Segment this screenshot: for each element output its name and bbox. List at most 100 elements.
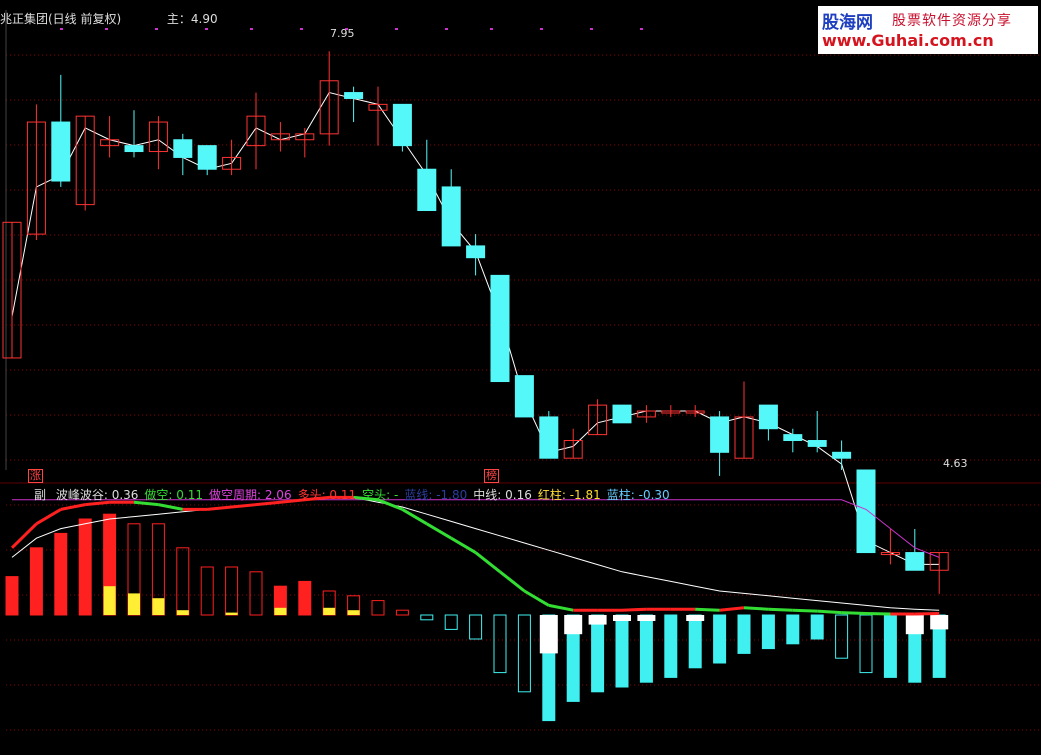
indicator-bar bbox=[371, 600, 385, 616]
trend-line bbox=[401, 508, 428, 526]
sub-panel-header: 副 波峰波谷: 0.36 做空: 0.11 做空周期: 2.06 多头: 0.11 空头… bbox=[34, 486, 676, 503]
indicator-bar bbox=[420, 614, 434, 621]
top-tick bbox=[590, 28, 593, 30]
candle bbox=[783, 434, 803, 442]
main-panel-header: 兆正集团(日线 前复权) 主：4.90 bbox=[0, 12, 218, 26]
indicator-legend-item: 多头: 0.11 bbox=[297, 488, 357, 502]
trend-line bbox=[523, 589, 550, 607]
candle bbox=[490, 274, 510, 383]
indicator-bar bbox=[639, 614, 653, 683]
indicator-legend-item: 蓝柱: -0.30 bbox=[606, 488, 670, 502]
candle bbox=[441, 186, 461, 247]
indicator-legend-item: 空头: - bbox=[362, 488, 399, 502]
yellow-bar bbox=[152, 598, 165, 615]
white-bar bbox=[930, 615, 949, 630]
trend-line bbox=[841, 611, 867, 616]
candle bbox=[710, 416, 730, 453]
yellow-bar bbox=[103, 586, 116, 615]
indicator-bar bbox=[200, 566, 214, 616]
watermark-site: 股海网 bbox=[822, 13, 873, 33]
indicator-bar bbox=[688, 614, 702, 669]
kline-chart[interactable] bbox=[0, 0, 1041, 755]
white-bar bbox=[539, 615, 558, 654]
indicator-bar bbox=[786, 614, 800, 645]
candle bbox=[758, 404, 778, 430]
top-tick bbox=[60, 28, 63, 30]
indicator-bar bbox=[761, 614, 775, 650]
indicator-bar bbox=[615, 614, 629, 688]
indicator-legend-item: 做空: 0.11 bbox=[144, 488, 203, 502]
candle bbox=[466, 245, 486, 259]
trend-line bbox=[792, 608, 818, 613]
yellow-bar bbox=[323, 607, 336, 615]
trend-line bbox=[426, 522, 452, 540]
yellow-bar bbox=[128, 593, 140, 615]
trend-line bbox=[207, 505, 232, 511]
indicator-bar bbox=[395, 609, 409, 616]
watermark-url: www.Guhai.com.cn bbox=[822, 31, 994, 50]
yellow-bar bbox=[274, 607, 287, 615]
indicator-bar bbox=[493, 614, 507, 674]
white-bar bbox=[905, 615, 924, 635]
indicator-bar bbox=[5, 576, 19, 616]
candle bbox=[124, 145, 144, 153]
trend-line bbox=[548, 603, 574, 612]
trend-line bbox=[719, 606, 745, 612]
stock-title: 兆正集团(日线 前复权) bbox=[0, 12, 122, 26]
top-tick bbox=[490, 28, 493, 30]
indicator-legend-item: 波峰波谷: 0.36 bbox=[55, 488, 139, 502]
top-tick bbox=[105, 28, 108, 30]
low-price-label: 4.63 bbox=[943, 457, 968, 470]
top-tick bbox=[300, 28, 303, 30]
rise-marker: 涨 bbox=[28, 469, 43, 483]
trend-line bbox=[35, 508, 62, 526]
candle bbox=[197, 145, 217, 170]
candle bbox=[417, 168, 437, 212]
indicator-bar bbox=[298, 580, 312, 616]
trend-line bbox=[817, 609, 842, 615]
top-tick bbox=[540, 28, 543, 30]
white-bar bbox=[564, 615, 583, 635]
trend-line bbox=[695, 607, 720, 612]
top-tick bbox=[395, 28, 398, 30]
white-bar bbox=[588, 615, 607, 625]
yellow-bar bbox=[176, 610, 189, 615]
trend-line bbox=[474, 551, 501, 573]
candle bbox=[539, 416, 559, 459]
trend-line bbox=[231, 503, 257, 509]
main-label: 主 bbox=[166, 12, 179, 26]
white-bar bbox=[637, 615, 656, 621]
indicator-bar bbox=[713, 614, 727, 664]
indicator-bar bbox=[54, 532, 68, 616]
candle bbox=[51, 121, 71, 182]
candle bbox=[807, 440, 827, 447]
candle bbox=[612, 404, 632, 424]
indicator-bar bbox=[664, 614, 678, 678]
indicator-bar bbox=[517, 614, 531, 693]
indicator-legend-item: 做空周期: 2.06 bbox=[209, 488, 292, 502]
candle bbox=[905, 552, 925, 571]
candle bbox=[832, 451, 852, 459]
list-marker: 榜 bbox=[484, 469, 499, 483]
indicator-bar bbox=[29, 547, 43, 616]
candle bbox=[392, 103, 412, 147]
top-tick bbox=[445, 28, 448, 30]
white-bar bbox=[613, 615, 631, 621]
high-price-label: 7.95 bbox=[330, 27, 355, 40]
top-tick bbox=[155, 28, 158, 30]
indicator-bar bbox=[249, 571, 263, 616]
watermark-logo: 股海网 股票软件资源分享 www.Guhai.com.cn bbox=[818, 6, 1038, 54]
candle bbox=[344, 92, 364, 99]
trend-line bbox=[621, 607, 647, 612]
top-tick bbox=[640, 28, 643, 30]
indicator-bar bbox=[591, 614, 605, 693]
indicator-bar bbox=[835, 614, 849, 659]
yellow-bar bbox=[225, 612, 238, 615]
indicator-bar bbox=[737, 614, 751, 654]
trend-line bbox=[60, 503, 86, 511]
trend-line bbox=[499, 570, 526, 593]
indicator-bar bbox=[810, 614, 824, 640]
watermark-slogan: 股票软件资源分享 bbox=[892, 13, 1012, 29]
indicator-bar bbox=[176, 547, 190, 616]
main-value: 4.90 bbox=[190, 12, 218, 26]
